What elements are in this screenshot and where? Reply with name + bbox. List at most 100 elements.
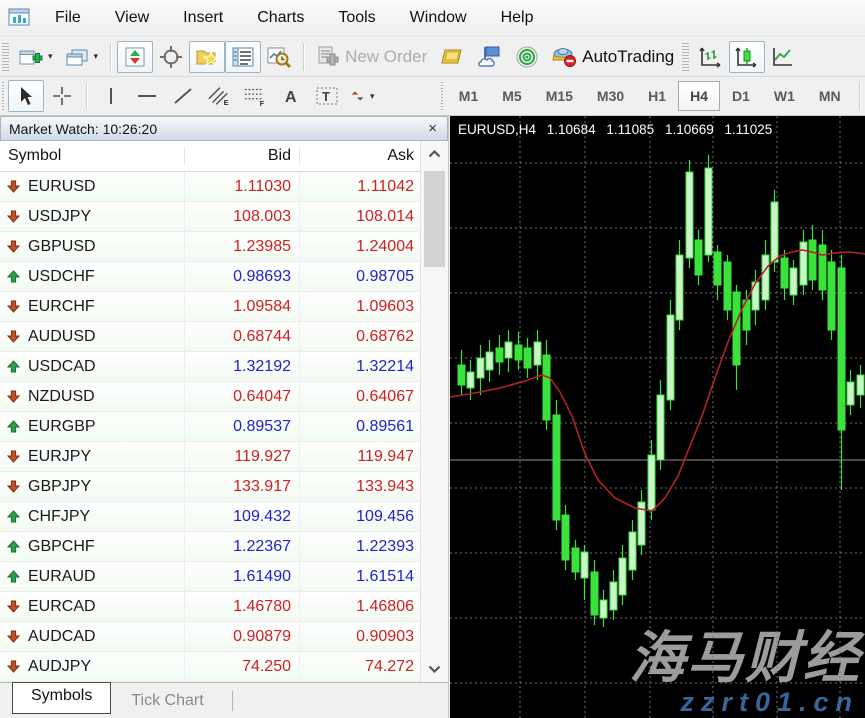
equidistant-channel-tool-button[interactable]: E — [201, 80, 237, 112]
text-label-tool-button[interactable]: T — [309, 80, 345, 112]
data-window-button[interactable] — [153, 41, 189, 73]
metaeditor-icon — [439, 46, 465, 68]
symbol-label: CHFJPY — [28, 508, 90, 526]
table-row[interactable]: EURGBP0.895370.89561 — [0, 412, 420, 442]
menu-tools[interactable]: Tools — [321, 9, 392, 27]
table-row[interactable]: USDCHF0.986930.98705 — [0, 262, 420, 292]
crosshair-icon — [52, 86, 72, 106]
table-row[interactable]: AUDJPY74.25074.272 — [0, 652, 420, 682]
menu-charts[interactable]: Charts — [240, 9, 321, 27]
timeframe-m15[interactable]: M15 — [534, 81, 585, 111]
chart-line-button[interactable] — [765, 41, 801, 73]
toolbar-grip[interactable] — [2, 43, 9, 71]
table-row[interactable]: EURCHF1.095841.09603 — [0, 292, 420, 322]
strategy-tester-button[interactable] — [261, 41, 297, 73]
candlestick — [857, 375, 864, 395]
chart-bars-button[interactable] — [693, 41, 729, 73]
timeframe-m5[interactable]: M5 — [490, 81, 533, 111]
svg-text:A: A — [285, 89, 297, 106]
scrollbar[interactable] — [420, 141, 448, 682]
mql5-community-button[interactable] — [471, 41, 509, 73]
crosshair-tool-button[interactable] — [44, 80, 80, 112]
table-row[interactable]: AUDUSD0.687440.68762 — [0, 322, 420, 352]
table-row[interactable]: EURAUD1.614901.61514 — [0, 562, 420, 592]
scroll-up-button[interactable] — [421, 141, 448, 167]
table-row[interactable]: EURJPY119.927119.947 — [0, 442, 420, 472]
navigator-folder-star-icon — [195, 47, 219, 67]
symbol-cell: AUDCAD — [0, 622, 185, 651]
symbol-cell: EURJPY — [0, 442, 185, 471]
table-row[interactable]: CHFJPY109.432109.456 — [0, 502, 420, 532]
close-icon[interactable]: × — [426, 121, 439, 136]
menu-view[interactable]: View — [98, 9, 166, 27]
toolbar-grip[interactable] — [441, 82, 443, 110]
symbol-label: EURUSD — [28, 178, 96, 196]
bid-cell: 1.11030 — [185, 172, 300, 201]
candlestick — [676, 255, 683, 320]
table-row[interactable]: EURUSD1.110301.11042 — [0, 172, 420, 202]
cursor-tool-button[interactable] — [8, 80, 44, 112]
chevron-down-icon — [428, 665, 441, 673]
ask-cell: 0.64067 — [300, 382, 420, 411]
candlestick — [667, 315, 674, 400]
menu-file[interactable]: File — [38, 9, 98, 27]
horizontal-line-icon — [136, 86, 158, 106]
arrows-tool-button[interactable]: ▾ — [345, 80, 381, 112]
chart-candles-button[interactable] — [729, 41, 765, 73]
new-order-button[interactable]: New Order — [310, 41, 433, 73]
table-row[interactable]: GBPJPY133.917133.943 — [0, 472, 420, 502]
trendline-tool-button[interactable] — [165, 80, 201, 112]
table-row[interactable]: USDJPY108.003108.014 — [0, 202, 420, 232]
fibonacci-tool-button[interactable]: F — [237, 80, 273, 112]
bid-cell: 0.64047 — [185, 382, 300, 411]
cursor-arrow-icon — [17, 86, 35, 106]
table-row[interactable]: AUDCAD0.908790.90903 — [0, 622, 420, 652]
tab-tick-chart[interactable]: Tick Chart — [113, 689, 221, 713]
signals-button[interactable] — [509, 41, 545, 73]
symbol-label: AUDCAD — [28, 628, 96, 646]
menu-insert[interactable]: Insert — [166, 9, 240, 27]
price-chart[interactable] — [450, 116, 865, 718]
candlestick — [581, 552, 588, 578]
market-watch-panel: Market Watch: 10:26:20 × Symbol Bid Ask … — [0, 116, 449, 718]
terminal-button[interactable] — [225, 41, 261, 73]
timeframe-mn[interactable]: MN — [807, 81, 853, 111]
scroll-down-button[interactable] — [421, 656, 448, 682]
menu-window[interactable]: Window — [393, 9, 484, 27]
timeframe-m30[interactable]: M30 — [585, 81, 636, 111]
navigator-button[interactable] — [189, 41, 225, 73]
symbol-cell: EURGBP — [0, 412, 185, 441]
candlestick — [790, 268, 797, 295]
timeframe-h1[interactable]: H1 — [636, 81, 678, 111]
text-tool-button[interactable]: A — [273, 80, 309, 112]
timeframe-d1[interactable]: D1 — [720, 81, 762, 111]
down-arrow-icon — [7, 390, 20, 403]
new-chart-button[interactable]: ▾ — [13, 41, 59, 73]
timeframe-h4[interactable]: H4 — [678, 81, 720, 111]
toolbar-grip[interactable] — [2, 82, 4, 110]
candlestick — [524, 348, 531, 368]
autotrading-button[interactable]: AutoTrading — [545, 41, 680, 73]
toolbar-grip[interactable] — [682, 43, 689, 71]
tab-symbols[interactable]: Symbols — [12, 682, 111, 714]
bid-cell: 0.68744 — [185, 322, 300, 351]
chart-close: 1.11025 — [725, 122, 773, 137]
new-order-icon — [316, 46, 340, 68]
candlestick — [534, 342, 541, 365]
ask-cell: 133.943 — [300, 472, 420, 501]
table-row[interactable]: GBPUSD1.239851.24004 — [0, 232, 420, 262]
horizontal-line-tool-button[interactable] — [129, 80, 165, 112]
vertical-line-tool-button[interactable] — [93, 80, 129, 112]
menu-help[interactable]: Help — [484, 9, 551, 27]
ask-cell: 1.46806 — [300, 592, 420, 621]
table-row[interactable]: NZDUSD0.640470.64067 — [0, 382, 420, 412]
table-row[interactable]: EURCAD1.467801.46806 — [0, 592, 420, 622]
chart-profiles-button[interactable]: ▾ — [59, 41, 105, 73]
scrollbar-thumb[interactable] — [424, 171, 445, 267]
metaeditor-button[interactable] — [433, 41, 471, 73]
market-watch-toggle-button[interactable] — [117, 41, 153, 73]
timeframe-m1[interactable]: M1 — [447, 81, 490, 111]
table-row[interactable]: USDCAD1.321921.32214 — [0, 352, 420, 382]
table-row[interactable]: GBPCHF1.223671.22393 — [0, 532, 420, 562]
timeframe-w1[interactable]: W1 — [762, 81, 807, 111]
